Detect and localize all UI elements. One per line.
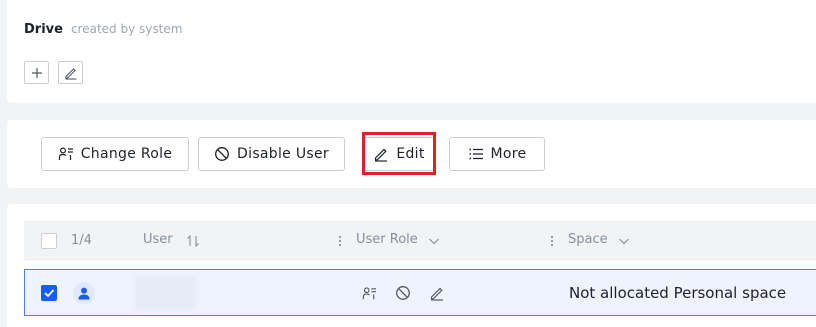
row-change-role-button[interactable] [359, 283, 379, 303]
select-all-checkbox[interactable] [41, 233, 57, 249]
user-role-icon [362, 286, 376, 299]
change-role-button[interactable]: Change Role [41, 137, 189, 171]
avatar [73, 282, 95, 304]
sort-icon[interactable] [186, 234, 200, 248]
space-value: Not allocated Personal space [569, 284, 787, 302]
chevron-down-icon[interactable] [428, 235, 440, 247]
more-button[interactable]: More [449, 137, 545, 171]
edit-button[interactable]: Edit [363, 137, 435, 171]
pencil-icon [64, 67, 76, 80]
column-resize-handle[interactable] [550, 234, 554, 248]
drive-header-card: Drive created by system [7, 0, 816, 103]
plus-icon [31, 67, 42, 78]
table-header: 1/4 User User Role Space [24, 221, 816, 261]
users-table-card: 1/4 User User Role Space Not allocated P… [7, 204, 816, 327]
row-checkbox[interactable] [41, 285, 57, 301]
page-title: Drive [24, 22, 63, 37]
column-header-user[interactable]: User [143, 232, 173, 247]
user-role-icon [58, 147, 73, 160]
selection-count: 1/4 [71, 233, 92, 248]
title-row: Drive created by system [24, 22, 182, 37]
edit-header-button[interactable] [58, 61, 83, 84]
disable-user-button[interactable]: Disable User [198, 137, 345, 171]
ban-icon [396, 286, 410, 300]
list-icon [469, 148, 483, 160]
chevron-down-icon[interactable] [618, 235, 630, 247]
row-disable-button[interactable] [393, 283, 413, 303]
user-avatar-icon [78, 287, 90, 300]
row-edit-button[interactable] [427, 283, 447, 303]
change-role-label: Change Role [80, 146, 173, 162]
check-icon [44, 289, 55, 298]
edit-label: Edit [396, 146, 425, 162]
column-header-space[interactable]: Space [568, 232, 608, 247]
column-resize-handle[interactable] [338, 234, 342, 248]
column-header-user-role[interactable]: User Role [356, 232, 418, 247]
table-row[interactable]: Not allocated Personal space [24, 269, 816, 316]
pencil-icon [430, 287, 443, 301]
disable-user-label: Disable User [237, 146, 329, 162]
more-label: More [490, 146, 527, 162]
add-button[interactable] [24, 61, 49, 84]
toolbar-card: Change Role Disable User Edit More [7, 120, 816, 188]
page-subtitle: created by system [70, 22, 183, 36]
user-name-redacted [135, 276, 197, 310]
pencil-icon [375, 148, 388, 162]
ban-icon [215, 147, 229, 161]
